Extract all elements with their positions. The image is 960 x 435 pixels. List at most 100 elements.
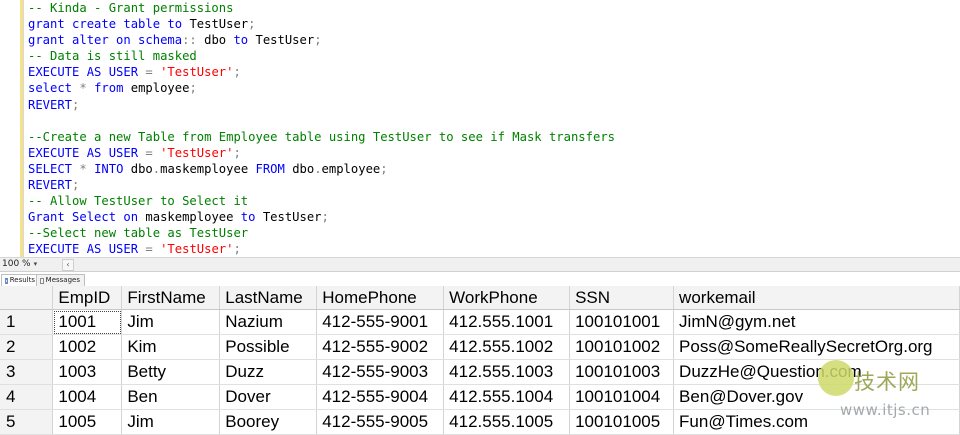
table-row[interactable]: 3 1003 Betty Duzz 412-555-9003 412.555.1003 10… [0,359,960,385]
table-row[interactable]: 1 1001 Jim Nazium 412-555-9001 412.555.1001 10… [0,309,960,335]
results-grid[interactable]: EmpID FirstName LastName HomePhone WorkPhone… [0,286,960,435]
code-line[interactable]: grant create table to TestUser; [28,16,615,32]
table-cell[interactable]: 412-555-9003 [316,359,445,385]
code-token: TestUser [189,17,249,32]
row-number[interactable]: 1 [0,309,54,335]
code-line[interactable]: select * from employee; [28,80,615,96]
column-header[interactable]: workemail [673,286,960,310]
code-line[interactable]: Grant Select on maskemployee to TestUser… [28,209,615,225]
code-token: ; [321,210,329,225]
code-token: -- Kinda - Grant permissions [28,1,234,15]
table-cell[interactable]: Dover [219,384,318,410]
table-cell[interactable]: 412-555-9002 [316,334,445,360]
code-line[interactable]: SELECT * INTO dbo.maskemployee FROM dbo.… [28,161,615,177]
table-cell[interactable]: Poss@SomeReallySecretOrg.org [673,334,960,360]
table-cell[interactable]: 412.555.1002 [443,334,571,360]
row-number[interactable]: 2 [0,334,54,360]
table-cell[interactable]: Kim [121,334,221,360]
code-token: TestUser [262,210,322,225]
column-header[interactable]: SSN [569,286,675,310]
table-cell[interactable]: 100101004 [569,384,675,410]
table-cell[interactable]: 100101002 [569,334,675,360]
sql-code[interactable]: -- Kinda - Grant permissions grant create… [28,0,615,257]
code-token: ; [233,65,241,80]
code-line[interactable]: --Select new table as TestUser [28,225,615,241]
code-token: . [152,161,161,176]
table-cell[interactable]: 1002 [52,334,123,360]
code-token: maskemployee [160,161,256,176]
table-cell[interactable]: 100101005 [569,409,675,435]
column-header[interactable]: HomePhone [316,286,445,310]
watermark: 技术网 www.itjs.cn [818,360,960,430]
code-line[interactable]: REVERT; [28,177,615,193]
table-cell[interactable]: 1003 [52,359,123,385]
table-cell[interactable]: JimN@gym.net [673,309,960,335]
row-number[interactable]: 4 [0,384,54,410]
table-cell[interactable]: 412-555-9001 [316,309,445,335]
code-token: --Create a new Table from Employee table… [28,129,615,144]
editor-gutter [0,0,18,257]
table-cell[interactable]: 412-555-9005 [316,409,445,435]
table-cell[interactable]: 100101003 [569,359,675,385]
table-cell[interactable]: 1001 [52,309,123,335]
table-row[interactable]: 4 1004 Ben Dover 412-555-9004 412.555.1004 100… [0,384,960,410]
corner-cell[interactable] [0,286,54,310]
code-token: 'TestUser' [160,65,234,80]
code-token: from [94,81,131,96]
column-header[interactable]: EmpID [52,286,123,310]
sql-editor[interactable]: -- Kinda - Grant permissions grant create… [0,0,960,257]
code-token: -- Allow TestUser to Select it [28,194,249,209]
code-token: ; [233,145,241,160]
code-token: ; [314,33,322,48]
row-number[interactable]: 5 [0,409,54,435]
code-token: . [314,161,322,176]
scroll-left-button[interactable]: ‹ [62,259,74,271]
code-token: REVERT [28,97,73,112]
table-cell[interactable]: 412.555.1004 [443,384,571,410]
code-line[interactable]: -- Kinda - Grant permissions [28,0,615,16]
column-header[interactable]: WorkPhone [443,286,571,310]
table-row[interactable]: 2 1002 Kim Possible 412-555-9002 412.555.1002… [0,334,960,360]
tab-messages[interactable]: Messages [36,274,85,286]
code-token: -- Data is still masked [28,49,197,64]
code-token: dbo [130,161,153,176]
tab-results-label: Results [9,276,35,284]
code-line[interactable]: --Create a new Table from Employee table… [28,129,615,145]
code-line[interactable]: EXECUTE AS USER = 'TestUser'; [28,145,615,161]
code-token: REVERT [28,178,73,193]
table-cell[interactable]: Jim [121,409,221,435]
code-line[interactable]: EXECUTE AS USER = 'TestUser'; [28,64,615,80]
code-token: --Select new table as TestUser [28,226,249,241]
code-line[interactable]: grant alter on schema:: dbo to TestUser; [28,32,615,48]
table-row[interactable]: 5 1005 Jim Boorey 412-555-9005 412.555.1005 10… [0,409,960,435]
code-line[interactable]: REVERT; [28,97,615,113]
table-cell[interactable]: 412-555-9004 [316,384,445,410]
table-cell[interactable]: 100101001 [569,309,675,335]
table-cell[interactable]: 412.555.1005 [443,409,571,435]
table-cell[interactable]: 1005 [52,409,123,435]
grid-icon [5,277,8,284]
code-token: dbo [292,161,315,176]
table-cell[interactable]: Duzz [219,359,318,385]
row-number[interactable]: 3 [0,359,54,385]
column-header[interactable]: LastName [219,286,318,310]
table-cell[interactable]: Betty [121,359,221,385]
code-token: = [145,242,161,257]
zoom-dropdown[interactable]: 100 % ▾ [2,258,37,270]
column-header[interactable]: FirstName [121,286,221,310]
code-line[interactable] [28,113,615,129]
code-line[interactable]: -- Allow TestUser to Select it [28,193,615,209]
table-cell[interactable]: 412.555.1001 [443,309,571,335]
table-cell[interactable]: 1004 [52,384,123,410]
code-token: dbo [196,33,234,48]
tab-results[interactable]: Results [1,274,40,286]
code-token: maskemployee [145,210,241,225]
table-cell[interactable]: Jim [121,309,221,335]
table-cell[interactable]: Nazium [219,309,318,335]
code-line[interactable]: -- Data is still masked [28,48,615,64]
table-cell[interactable]: Possible [219,334,318,360]
code-line[interactable]: EXECUTE AS USER = 'TestUser'; [28,241,615,257]
table-cell[interactable]: 412.555.1003 [443,359,571,385]
table-cell[interactable]: Boorey [219,409,318,435]
table-cell[interactable]: Ben [121,384,221,410]
